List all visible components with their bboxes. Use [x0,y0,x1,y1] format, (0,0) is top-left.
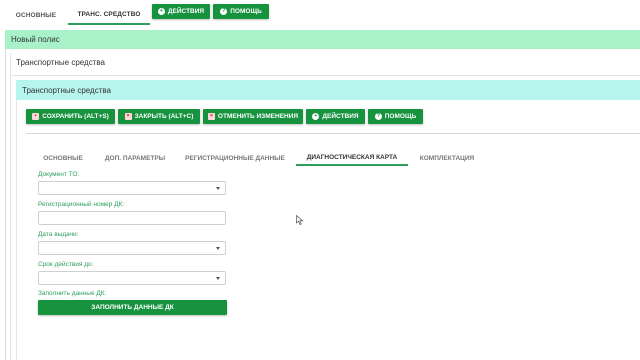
polis-bar: Новый полис [5,30,640,49]
cancel-changes-button[interactable]: × Отменить изменения [203,109,303,124]
top-help-label: Помощь [230,8,262,15]
valid-until-label: Срок действия до: [38,261,94,268]
plus-icon: + [312,112,320,120]
toolbar-divider [26,133,640,134]
top-help-button[interactable]: ? Помощь [213,4,269,19]
top-actions-label: Действия [167,8,205,15]
plus-icon: + [157,7,165,15]
fill-dk-button[interactable]: Заполнить данные ДК [38,300,227,315]
tab-main[interactable]: Основные [36,150,90,166]
fill-dk-label: Заполнить данные ДК: [38,290,107,297]
section-left-border [16,100,17,360]
doc-to-select[interactable] [38,181,226,195]
top-actions-button[interactable]: + Действия [152,4,210,19]
top-bar: Основные Транс. средство + Действия ? По… [0,0,640,28]
chevron-down-icon [216,187,220,190]
help-button[interactable]: ? Помощь [368,109,423,124]
vehicles-header: Транспортные средства [16,58,105,67]
save-label: Сохранить (ALT+S) [42,113,109,120]
chevron-down-icon [216,277,220,280]
tab-diagnostic-card[interactable]: Диагностическая карта [296,150,408,166]
divider [10,75,640,76]
actions-button[interactable]: + Действия [306,109,365,124]
save-button[interactable]: ▪ Сохранить (ALT+S) [26,109,115,124]
tab-extra-params[interactable]: Доп. параметры [98,150,172,166]
vehicles-subbar-title: Транспортные средства [22,85,111,95]
close-icon: × [124,112,132,120]
reg-number-label: Регистрационный номер ДК: [38,201,125,208]
help-label: Помощь [384,113,417,120]
close-button[interactable]: × Закрыть (ALT+C) [118,109,200,124]
doc-to-label: Документ ТО: [38,171,80,178]
issue-date-select[interactable] [38,241,226,255]
tab-equipment[interactable]: Комплектация [414,150,480,166]
top-tab-main[interactable]: Основные [8,5,64,25]
left-border [5,49,6,360]
help-icon: ? [374,112,382,120]
reg-number-input[interactable] [38,211,226,225]
tab-registration[interactable]: Регистрационные данные [180,150,290,166]
mouse-cursor-icon [296,215,304,225]
save-icon: ▪ [32,113,40,120]
cancel-icon: × [207,112,215,120]
top-tab-vehicle[interactable]: Транс. средство [68,5,150,25]
cancel-label: Отменить изменения [217,113,299,120]
valid-until-select[interactable] [38,271,226,285]
actions-label: Действия [322,113,359,120]
chevron-down-icon [216,247,220,250]
issue-date-label: Дата выдачи: [38,231,79,238]
help-icon: ? [220,7,228,15]
close-label: Закрыть (ALT+C) [134,113,194,120]
inner-left-border [10,53,11,360]
vehicles-subbar: Транспортные средства [16,80,640,100]
polis-title: Новый полис [11,35,60,44]
